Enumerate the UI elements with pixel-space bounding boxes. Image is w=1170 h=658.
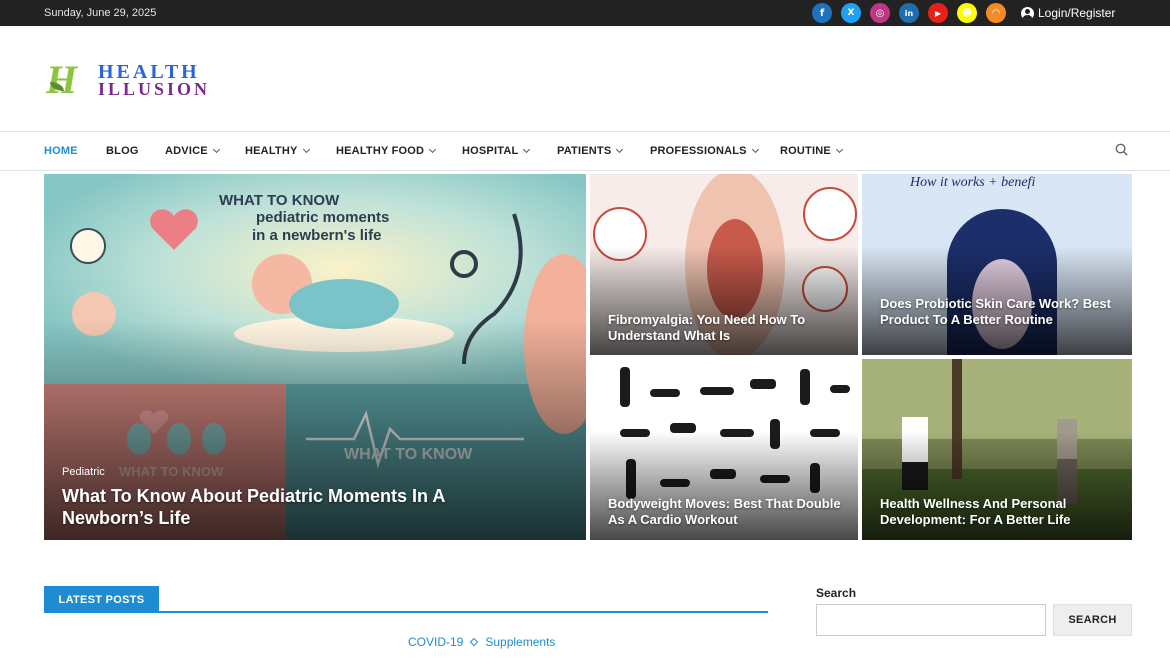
facebook-icon[interactable]: f	[812, 3, 832, 23]
category-link-covid[interactable]: COVID-19	[408, 635, 463, 649]
current-date: Sunday, June 29, 2025	[44, 7, 157, 19]
post-title[interactable]: What To Know About Pediatric Moments In …	[62, 485, 526, 529]
sidebar-search-input[interactable]	[816, 604, 1046, 636]
instagram-icon[interactable]: ◎	[870, 3, 890, 23]
nav-item-label: HOME	[44, 145, 78, 157]
post-title[interactable]: Bodyweight Moves: Best That Double As A …	[608, 496, 844, 528]
post-categories: COVID-19 Supplements	[408, 635, 555, 649]
social-links: f X ◎ in ▶ ☻ ◠	[812, 3, 1006, 23]
post-title[interactable]: Health Wellness And Personal Development…	[880, 496, 1118, 528]
chevron-down-icon	[835, 145, 843, 154]
featured-post-card[interactable]: How it works + benefi Does Probiotic Ski…	[862, 174, 1132, 355]
post-title[interactable]: Fibromyalgia: You Need How To Understand…	[608, 312, 844, 344]
nav-item-label: BLOG	[106, 145, 139, 157]
chevron-down-icon	[302, 145, 310, 154]
sidebar-search-button[interactable]: SEARCH	[1053, 604, 1132, 636]
logo-mark: H	[46, 57, 78, 102]
latest-posts-tab: LATEST POSTS	[44, 586, 159, 613]
rss-icon[interactable]: ◠	[986, 3, 1006, 23]
nav-item-healthy-food[interactable]: HEALTHY FOOD	[336, 145, 437, 157]
category-link-supplements[interactable]: Supplements	[485, 635, 555, 649]
user-icon	[1021, 6, 1034, 20]
nav-item-label: PATIENTS	[557, 145, 612, 157]
nav-item-label: HEALTHY	[245, 145, 298, 157]
nav-item-advice[interactable]: ADVICE	[165, 145, 220, 157]
nav-item-label: ADVICE	[165, 145, 208, 157]
nav-item-label: HEALTHY FOOD	[336, 145, 425, 157]
login-register-label: Login/Register	[1038, 6, 1116, 20]
image-text-heading: How it works + benefi	[909, 175, 1035, 190]
nav-item-hospital[interactable]: HOSPITAL	[462, 145, 531, 157]
nav-item-home[interactable]: HOME	[44, 145, 78, 157]
chevron-down-icon	[616, 145, 624, 154]
login-register-link[interactable]: Login/Register	[1021, 6, 1115, 20]
nav-item-blog[interactable]: BLOG	[106, 145, 139, 157]
linkedin-icon[interactable]: in	[899, 3, 919, 23]
search-icon[interactable]	[1115, 143, 1128, 156]
sidebar-search-label: Search	[816, 586, 857, 600]
section-divider	[44, 611, 768, 613]
nav-item-patients[interactable]: PATIENTS	[557, 145, 624, 157]
nav-item-professionals[interactable]: PROFESSIONALS	[650, 145, 759, 157]
top-bar: Sunday, June 29, 2025 f X ◎ in ▶ ☻ ◠ Log…	[0, 0, 1170, 26]
logo-text-illusion: ILLUSION	[98, 79, 211, 99]
image-text-heading-2: pediatric moments	[256, 209, 389, 226]
image-text-heading: WHAT TO KNOW	[219, 192, 340, 209]
nav-item-label: PROFESSIONALS	[650, 145, 747, 157]
chevron-down-icon	[429, 145, 437, 154]
snapchat-icon[interactable]: ☻	[957, 3, 977, 23]
main-navigation: HOME BLOG ADVICE HEALTHY HEALTHY FOOD HO…	[0, 131, 1170, 171]
chevron-down-icon	[523, 145, 531, 154]
post-title[interactable]: Does Probiotic Skin Care Work? Best Prod…	[880, 296, 1118, 328]
site-logo[interactable]: H HEALTH ILLUSION	[46, 58, 246, 102]
featured-post-card[interactable]: Bodyweight Moves: Best That Double As A …	[590, 359, 858, 540]
youtube-icon[interactable]: ▶	[928, 3, 948, 23]
nav-item-routine[interactable]: ROUTINE	[780, 145, 843, 157]
post-category[interactable]: Pediatric	[62, 466, 105, 478]
featured-post-main[interactable]: WHAT TO KNOW pediatric moments in a newb…	[44, 174, 586, 540]
chevron-down-icon	[751, 145, 759, 154]
nav-item-label: HOSPITAL	[462, 145, 519, 157]
nav-item-healthy[interactable]: HEALTHY	[245, 145, 310, 157]
nav-item-label: ROUTINE	[780, 145, 831, 157]
image-text-heading-3: in a newbern's life	[252, 227, 381, 244]
x-twitter-icon[interactable]: X	[841, 3, 861, 23]
chevron-down-icon	[212, 145, 220, 154]
featured-post-card[interactable]: Fibromyalgia: You Need How To Understand…	[590, 174, 858, 355]
featured-post-card[interactable]: Health Wellness And Personal Development…	[862, 359, 1132, 540]
separator-icon	[470, 637, 479, 647]
